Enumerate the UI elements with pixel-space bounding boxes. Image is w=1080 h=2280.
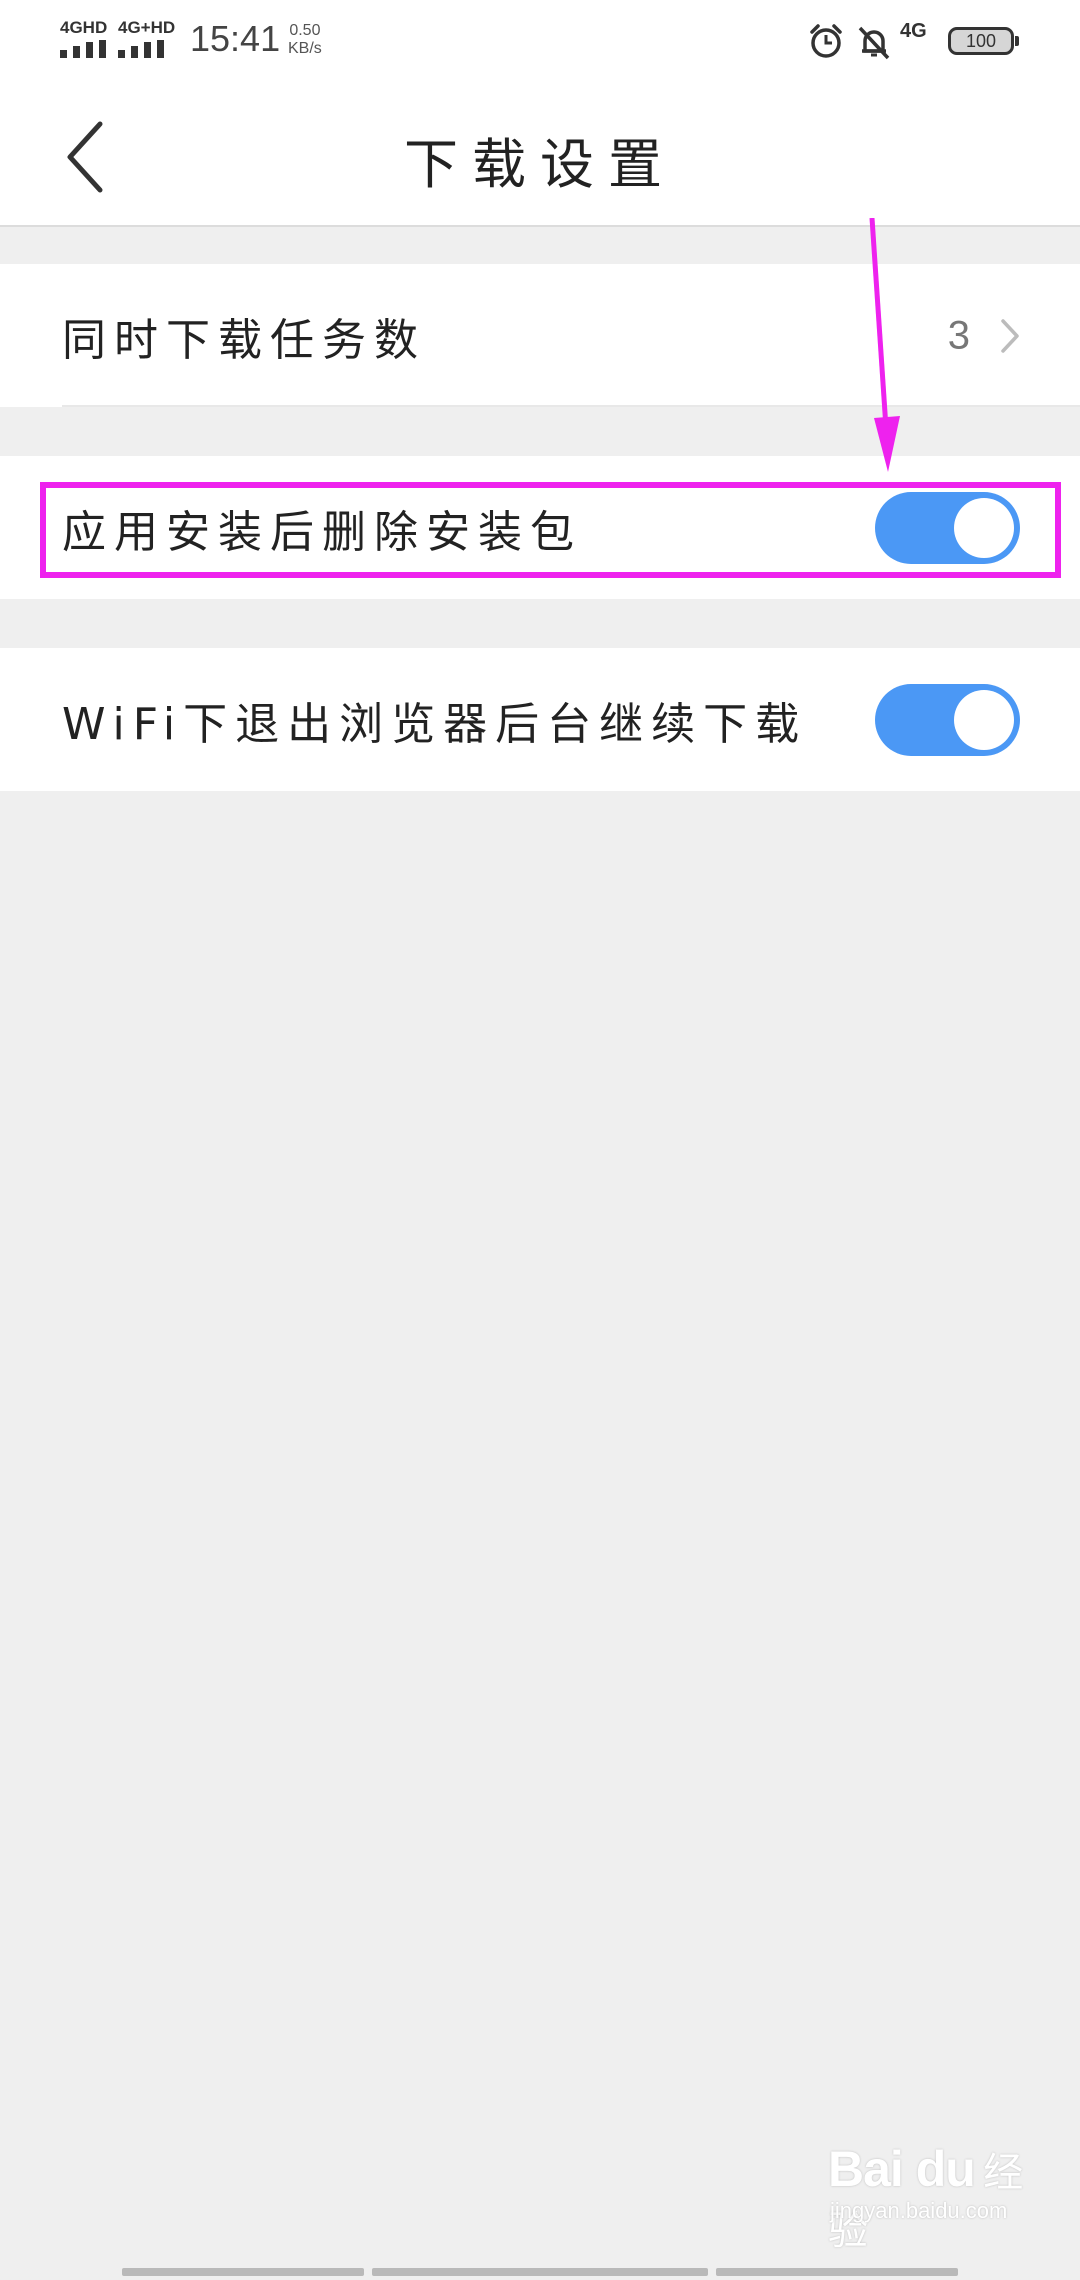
network-type: 4G	[900, 20, 927, 42]
delete-package-row: 应用安装后删除安装包	[0, 456, 1080, 599]
divider	[62, 405, 1080, 407]
battery-icon: 100	[948, 27, 1019, 55]
sim2-label: 4G+HD	[118, 18, 176, 37]
home-indicator	[122, 2268, 364, 2276]
mute-bell-icon	[858, 26, 890, 60]
toggle-knob	[954, 497, 1014, 558]
speed-unit: KB/s	[288, 40, 322, 57]
delete-package-toggle[interactable]	[875, 491, 1020, 564]
home-indicator	[716, 2268, 958, 2276]
delete-package-label: 应用安装后删除安装包	[62, 506, 582, 558]
page-title: 下载设置	[404, 133, 676, 196]
speed-value: 0.50	[289, 22, 321, 39]
battery-level: 100	[965, 31, 997, 51]
wifi-background-toggle[interactable]	[875, 683, 1020, 756]
annotation-arrow-icon	[869, 218, 900, 472]
concurrent-tasks-label: 同时下载任务数	[62, 314, 426, 366]
home-indicator	[372, 2268, 708, 2276]
header: 下载设置	[0, 82, 1080, 227]
wifi-background-row: WiFi下退出浏览器后台继续下载	[0, 648, 1080, 791]
alarm-icon	[810, 24, 842, 58]
baidu-watermark: Bai du 经验 jingyan.baidu.com	[828, 2140, 1028, 2253]
watermark-url: jingyan.baidu.com	[830, 2198, 1008, 2223]
concurrent-tasks-row[interactable]: 同时下载任务数 3	[0, 264, 1080, 407]
wifi-background-label: WiFi下退出浏览器后台继续下载	[62, 698, 808, 750]
status-bar: 4GHD 4G+HD 15:41 0.50 KB/s 4G 100	[0, 0, 1080, 82]
watermark-logo: Bai du	[828, 2141, 976, 2197]
toggle-knob	[954, 689, 1014, 750]
status-time: 15:41	[190, 18, 281, 59]
concurrent-tasks-value: 3	[947, 313, 970, 357]
sim1-label: 4GHD	[60, 18, 108, 37]
chevron-right-icon	[1001, 318, 1019, 353]
network-speed: 0.50 KB/s	[288, 22, 322, 58]
